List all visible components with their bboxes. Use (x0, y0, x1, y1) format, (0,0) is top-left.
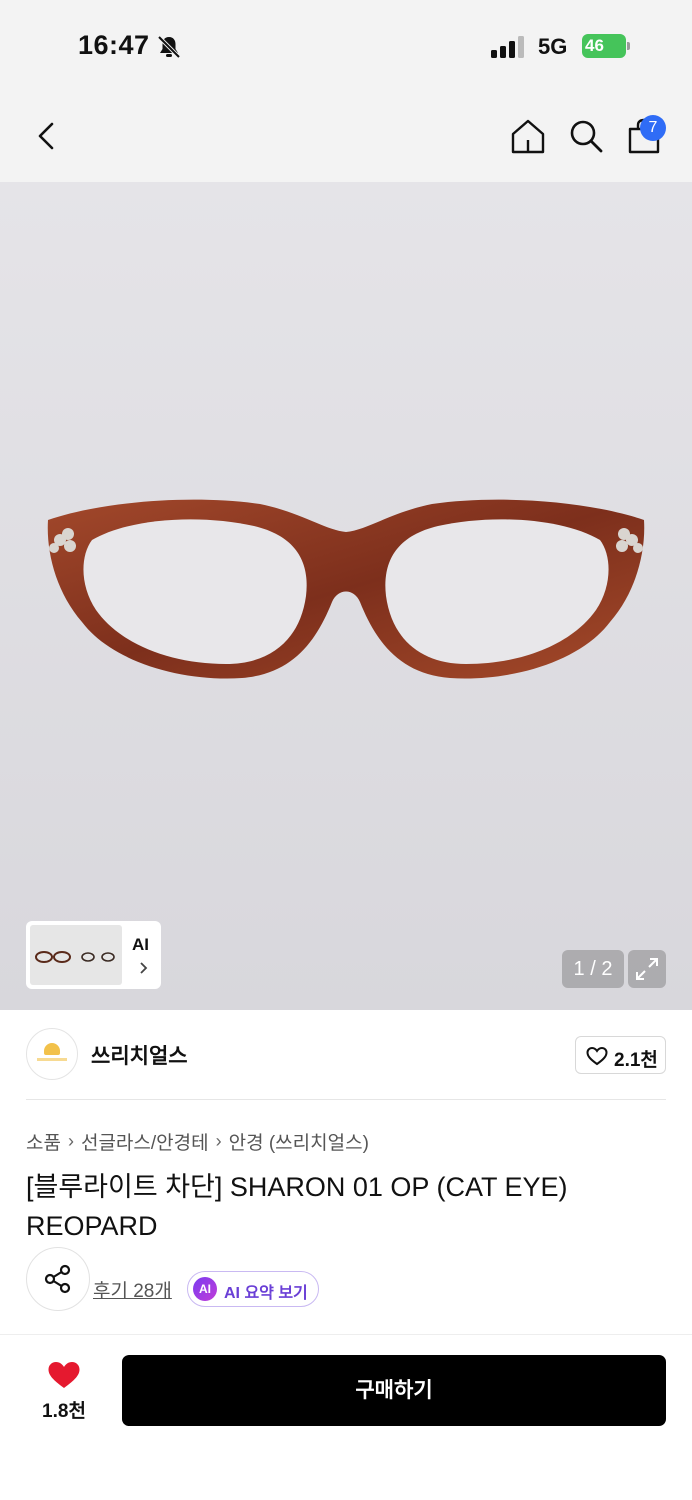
chevron-right-icon (140, 962, 148, 974)
signal-icon (491, 36, 524, 58)
search-icon[interactable] (566, 116, 606, 156)
ai-summary-label: AI 요약 보기 (224, 1285, 308, 1302)
review-link[interactable]: 후기 28개 (93, 1276, 172, 1303)
app-header (0, 96, 692, 182)
brand-like-count: 2.1천 (614, 1050, 658, 1071)
expand-icon (636, 958, 658, 980)
brand-logo[interactable] (26, 1028, 78, 1080)
divider (26, 1099, 666, 1100)
status-time: 16:47 (78, 30, 150, 60)
chevron-right-icon: › (67, 1130, 74, 1151)
expand-button[interactable] (628, 950, 666, 988)
ai-thumbnail-label: AI (132, 935, 149, 954)
share-button[interactable] (26, 1247, 90, 1311)
page-indicator: 1 / 2 (562, 950, 624, 988)
battery-level: 46 (582, 34, 626, 58)
divider (0, 1334, 692, 1335)
breadcrumb-item[interactable]: 소품 (26, 1128, 61, 1155)
brand-name[interactable]: 쓰리치얼스 (91, 1040, 188, 1070)
buy-button[interactable]: 구매하기 (122, 1355, 666, 1426)
ai-thumbnail-card[interactable]: AI (26, 921, 161, 989)
chevron-right-icon: › (215, 1130, 222, 1151)
heart-outline-icon (586, 1046, 608, 1066)
product-image[interactable]: AI 1 / 2 (0, 182, 692, 1010)
ai-summary-button[interactable]: AI AI 요약 보기 (187, 1271, 319, 1307)
share-icon (44, 1264, 71, 1294)
back-icon[interactable] (28, 116, 68, 156)
breadcrumb: 소품 › 선글라스/안경테 › 안경 (쓰리치얼스) (26, 1128, 369, 1154)
breadcrumb-item[interactable]: 선글라스/안경테 (81, 1128, 209, 1155)
glasses-photo (47, 499, 645, 679)
cart-badge: 7 (640, 115, 666, 141)
brand-row[interactable]: 쓰리치얼스 2.1천 (0, 1010, 692, 1102)
brand-like-button[interactable]: 2.1천 (575, 1036, 666, 1074)
breadcrumb-item[interactable]: 안경 (쓰리치얼스) (229, 1128, 369, 1155)
home-icon[interactable] (508, 116, 548, 156)
network-label: 5G (538, 34, 568, 59)
product-title: [블루라이트 차단] SHARON 01 OP (CAT EYE) REOPAR… (26, 1172, 568, 1241)
heart-filled-icon[interactable] (47, 1360, 81, 1390)
bell-muted-icon (157, 35, 181, 59)
battery-icon: 46 (582, 34, 630, 58)
ai-badge-icon: AI (193, 1277, 217, 1301)
status-bar: 16:47 5G 46 (0, 0, 692, 96)
ai-thumbnail-image (30, 925, 122, 985)
wish-count: 1.8천 (42, 1401, 86, 1422)
